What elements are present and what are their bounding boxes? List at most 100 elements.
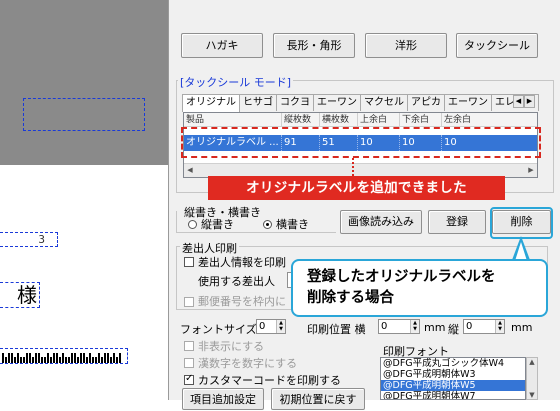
hagaki-button[interactable]: ハガキ: [181, 33, 263, 58]
font-list-item[interactable]: @DFG平成明朝体W5: [381, 380, 525, 391]
customer-code-checkbox[interactable]: [184, 373, 194, 385]
barcode-bar: [80, 353, 82, 363]
font-list-item[interactable]: @DFG平成丸ゴシック体W4: [381, 358, 525, 369]
barcode-bar: [41, 357, 43, 363]
position-x-input[interactable]: 0 ▲ ▼: [378, 319, 420, 334]
barcode-bar: [17, 353, 19, 363]
postal-in-frame-checkbox[interactable]: [184, 297, 194, 307]
position-x-label: 印刷位置 横: [307, 323, 366, 336]
tab-scroll-left-icon[interactable]: ◀: [513, 95, 524, 108]
tab-kokuyo[interactable]: コクヨ: [276, 94, 314, 111]
barcode-bar: [107, 353, 109, 363]
preview-selection-box[interactable]: [23, 98, 145, 131]
spinner-icon[interactable]: ▲ ▼: [410, 320, 419, 333]
col-product[interactable]: 製品: [184, 113, 282, 127]
barcode-bar: [20, 357, 22, 363]
callout-line-1: 登録したオリジナルラベルを: [307, 269, 496, 285]
tab-hisago[interactable]: ヒサゴ: [239, 94, 277, 111]
scroll-up-icon[interactable]: ▲: [527, 358, 537, 366]
barcode-bar: [104, 353, 106, 363]
reset-position-button[interactable]: 初期位置に戻す: [271, 388, 365, 410]
tab-a-one-2[interactable]: エーワン: [444, 94, 492, 111]
delete-instruction-callout: 登録したオリジナルラベルを 削除する場合: [291, 259, 548, 317]
preview-honorific-field[interactable]: 様: [0, 282, 40, 308]
barcode-bar: [59, 357, 61, 363]
scroll-right-icon[interactable]: ▶: [525, 165, 537, 176]
tack-seal-button[interactable]: タックシール: [456, 33, 538, 58]
font-list-item[interactable]: @DFG平成明朝体W7: [381, 391, 525, 399]
add-item-settings-button[interactable]: 項目追加設定: [182, 388, 264, 410]
tab-apica[interactable]: アピカ: [407, 94, 445, 111]
font-list-scrollbar[interactable]: ▲ ▼: [526, 357, 538, 400]
barcode-bar: [89, 353, 91, 363]
barcode-bar: [68, 357, 70, 363]
orientation-group: [176, 211, 336, 233]
barcode-bar: [2, 353, 4, 363]
col-left-margin[interactable]: 左余白: [442, 113, 537, 127]
delete-button-highlight: [490, 207, 553, 239]
youkei-button[interactable]: 洋形: [365, 33, 447, 58]
barcode-bar: [95, 357, 97, 363]
import-image-button[interactable]: 画像読み込み: [340, 210, 422, 234]
barcode-bar: [47, 353, 49, 363]
kanji-number-checkbox[interactable]: [184, 358, 194, 368]
col-top-margin[interactable]: 上余白: [358, 113, 400, 127]
barcode-bar: [83, 353, 85, 363]
print-font-list[interactable]: @DFG平成丸ゴシック体W4 @DFG平成明朝体W3 @DFG平成明朝体W5 @DFG…: [380, 357, 526, 400]
grid-horizontal-scrollbar[interactable]: ◀ ▶: [184, 163, 537, 177]
unit-mm-y: mm: [511, 321, 533, 334]
barcode-bar: [110, 357, 112, 363]
tab-scroll-right-icon[interactable]: ▶: [524, 95, 535, 108]
vertical-radio[interactable]: [188, 220, 197, 229]
tab-a-one[interactable]: エーワン: [313, 94, 361, 111]
font-size-input[interactable]: 0 ▲ ▼: [256, 319, 286, 334]
added-notice-banner: オリジナルラベルを追加できました: [208, 176, 505, 200]
highlight-added-row: [181, 127, 541, 158]
scroll-down-icon[interactable]: ▼: [527, 391, 537, 399]
col-rows[interactable]: 縦枚数: [282, 113, 320, 127]
grid-header: 製品 縦枚数 横枚数 上余白 下余白 左余白: [184, 113, 537, 127]
tab-original[interactable]: オリジナル: [182, 94, 240, 112]
barcode-bar: [71, 353, 73, 363]
preview-text-field[interactable]: 3: [0, 232, 58, 247]
callout-line-2: 削除する場合: [307, 290, 394, 306]
barcode-bar: [53, 353, 55, 363]
spinner-icon[interactable]: ▲ ▼: [276, 320, 285, 333]
choukei-kakukei-button[interactable]: 長形・角形: [273, 33, 355, 58]
preview-barcode[interactable]: [0, 348, 128, 364]
horizontal-radio[interactable]: [263, 220, 272, 229]
barcode-bar: [65, 357, 67, 363]
position-y-input[interactable]: 0 ▲ ▼: [463, 319, 505, 334]
font-size-label: フォントサイズ: [180, 323, 257, 336]
barcode-bar: [32, 357, 34, 363]
scroll-left-icon[interactable]: ◀: [184, 165, 196, 176]
kanji-number-label: 漢数字を数字にする: [198, 357, 298, 370]
spinner-icon[interactable]: ▲ ▼: [495, 320, 504, 333]
tab-maxell[interactable]: マクセル: [360, 94, 408, 111]
vertical-radio-label: 縦書き: [201, 218, 234, 231]
annotation-connector: [352, 158, 354, 176]
postal-in-frame-label: 郵便番号を枠内に: [198, 295, 286, 308]
hide-checkbox[interactable]: [184, 341, 194, 351]
barcode-bar: [14, 357, 16, 363]
barcode-bar: [44, 357, 46, 363]
barcode-bar: [101, 357, 103, 363]
print-sender-checkbox[interactable]: [184, 257, 194, 267]
hide-label: 非表示にする: [198, 340, 265, 353]
barcode-bar: [92, 357, 94, 363]
barcode-bar: [86, 357, 88, 363]
label-preview-canvas[interactable]: 3 様: [0, 0, 168, 400]
barcode-bar: [98, 353, 100, 363]
customer-code-label: カスタマーコードを印刷する: [198, 374, 341, 387]
use-sender-label: 使用する差出人: [198, 275, 275, 288]
col-bottom-margin[interactable]: 下余白: [400, 113, 442, 127]
register-button[interactable]: 登録: [428, 210, 486, 234]
print-sender-label: 差出人情報を印刷: [198, 256, 286, 269]
maker-tabs: オリジナルヒサゴコクヨエーワンマクセルアピカエーワンエレコム: [182, 94, 539, 112]
barcode-bar: [77, 357, 79, 363]
barcode-bar: [38, 353, 40, 363]
col-cols[interactable]: 横枚数: [320, 113, 358, 127]
font-list-item[interactable]: @DFG平成明朝体W3: [381, 369, 525, 380]
barcode-bar: [8, 353, 10, 363]
preview-gray-area: [0, 0, 168, 165]
